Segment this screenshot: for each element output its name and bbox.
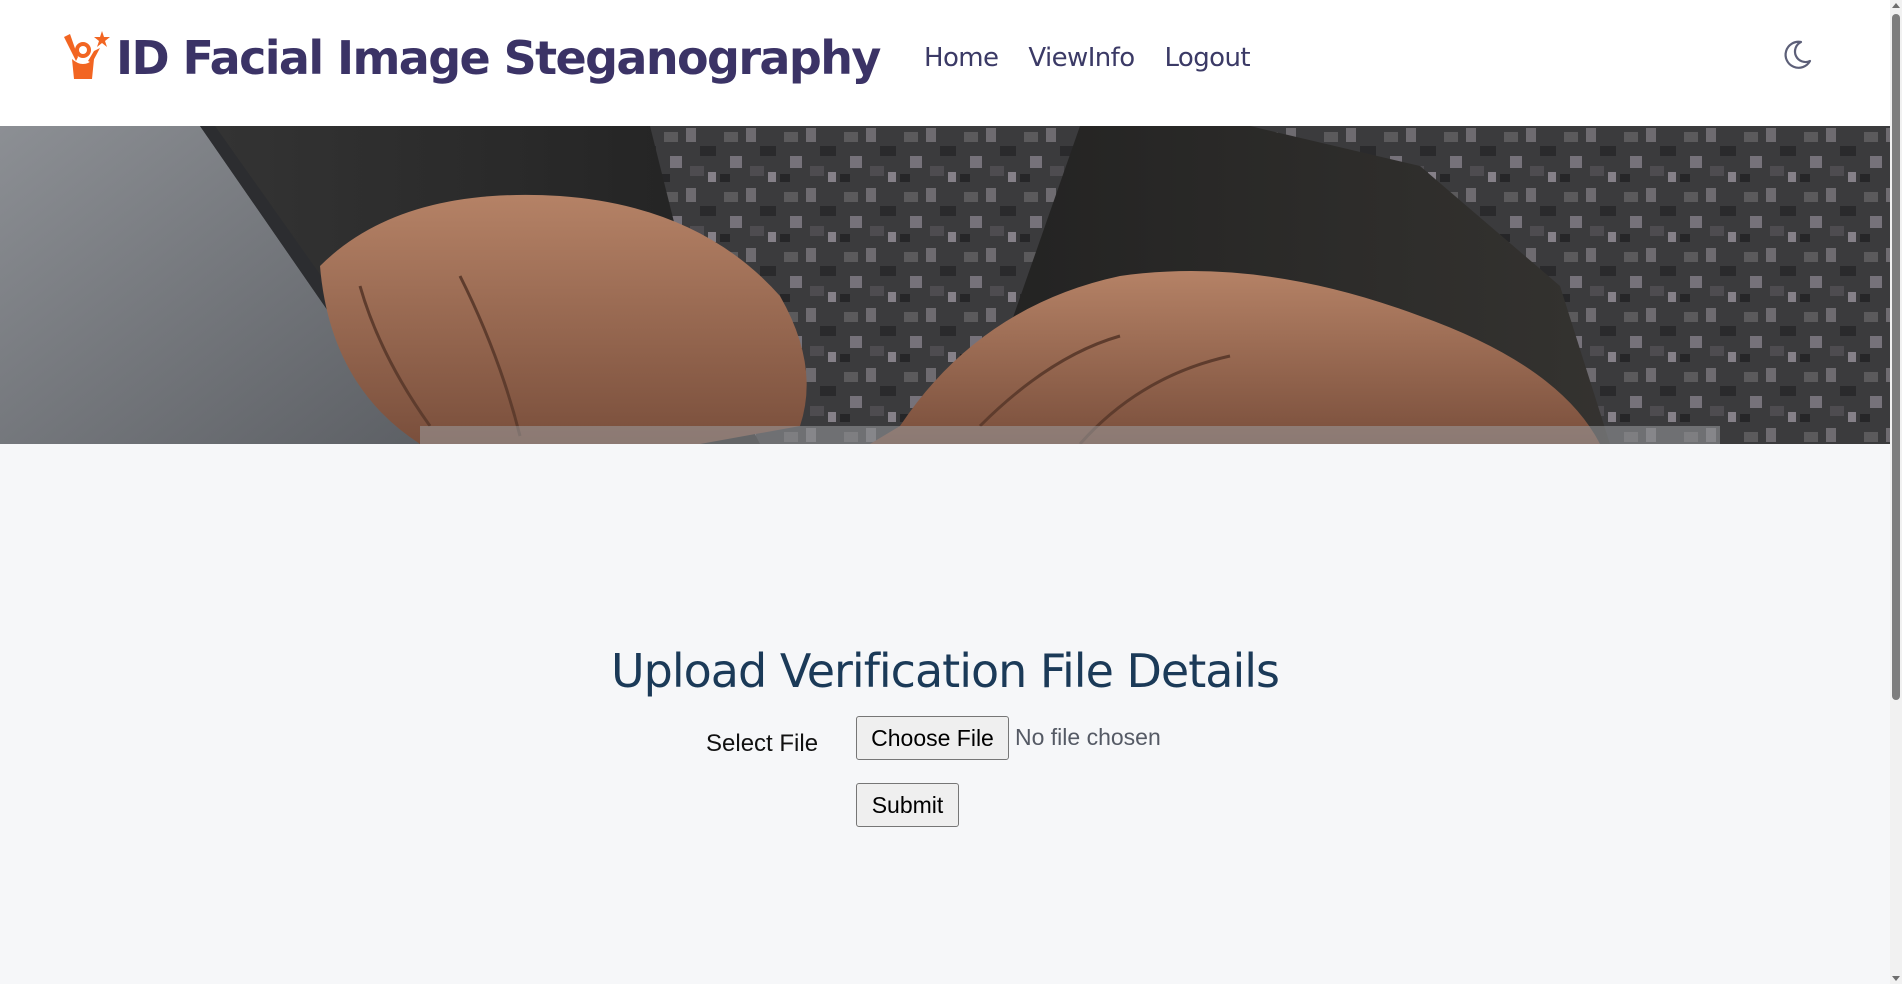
brand-title: ID Facial Image Steganography — [116, 31, 881, 85]
main-nav: Home ViewInfo Logout — [924, 38, 1280, 78]
upload-title: Upload Verification File Details — [611, 644, 1280, 698]
choose-file-button[interactable]: Choose File — [856, 716, 1009, 760]
person-star-icon — [62, 29, 116, 87]
theme-toggle-button[interactable] — [1778, 38, 1816, 76]
scroll-down-arrow-icon[interactable] — [1892, 976, 1900, 981]
scrollbar-thumb[interactable] — [1892, 14, 1900, 700]
moon-icon — [1780, 38, 1814, 76]
file-status-text: No file chosen — [1015, 724, 1161, 750]
site-header: ID Facial Image Steganography Home ViewI… — [0, 0, 1890, 126]
page: ID Facial Image Steganography Home ViewI… — [0, 0, 1902, 984]
nav-link-viewinfo[interactable]: ViewInfo — [1028, 38, 1135, 78]
nav-link-logout[interactable]: Logout — [1165, 38, 1251, 78]
nav-link-home[interactable]: Home — [924, 38, 999, 78]
hero-banner-image — [0, 126, 1890, 444]
upload-section: Upload Verification File Details Select … — [0, 444, 1890, 984]
select-file-label: Select File — [706, 730, 819, 757]
scroll-up-arrow-icon[interactable] — [1892, 3, 1900, 8]
brand-logo-link[interactable]: ID Facial Image Steganography — [62, 26, 881, 90]
vertical-scrollbar[interactable] — [1890, 0, 1902, 984]
submit-button[interactable]: Submit — [856, 783, 959, 827]
